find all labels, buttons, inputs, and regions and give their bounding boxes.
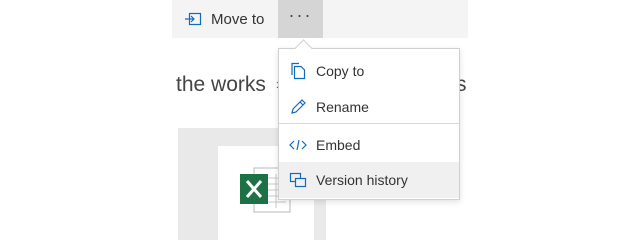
menu-item-label: Copy to <box>316 63 365 79</box>
move-to-button[interactable]: Move to <box>184 0 264 38</box>
menu-item-label: Embed <box>316 137 361 153</box>
breadcrumb-current[interactable]: the works <box>176 73 266 97</box>
move-to-icon <box>184 12 202 26</box>
copy-icon <box>289 62 307 80</box>
menu-item-copy-to[interactable]: Copy to <box>279 53 459 89</box>
breadcrumb: the works › <box>176 70 281 100</box>
ellipsis-icon: ··· <box>288 5 313 25</box>
version-history-icon <box>289 171 307 189</box>
menu-item-embed[interactable]: Embed <box>279 127 459 163</box>
move-to-label: Move to <box>211 10 265 28</box>
menu-item-label: Version history <box>316 172 408 188</box>
more-options-menu: Copy to Rename Embed Version history <box>278 48 460 200</box>
code-icon <box>289 136 307 154</box>
pencil-icon <box>289 98 307 116</box>
more-options-button[interactable]: ··· <box>278 0 323 38</box>
menu-item-version-history[interactable]: Version history <box>279 162 459 198</box>
menu-item-label: Rename <box>316 99 369 115</box>
menu-divider <box>279 123 459 124</box>
menu-item-rename[interactable]: Rename <box>279 89 459 125</box>
